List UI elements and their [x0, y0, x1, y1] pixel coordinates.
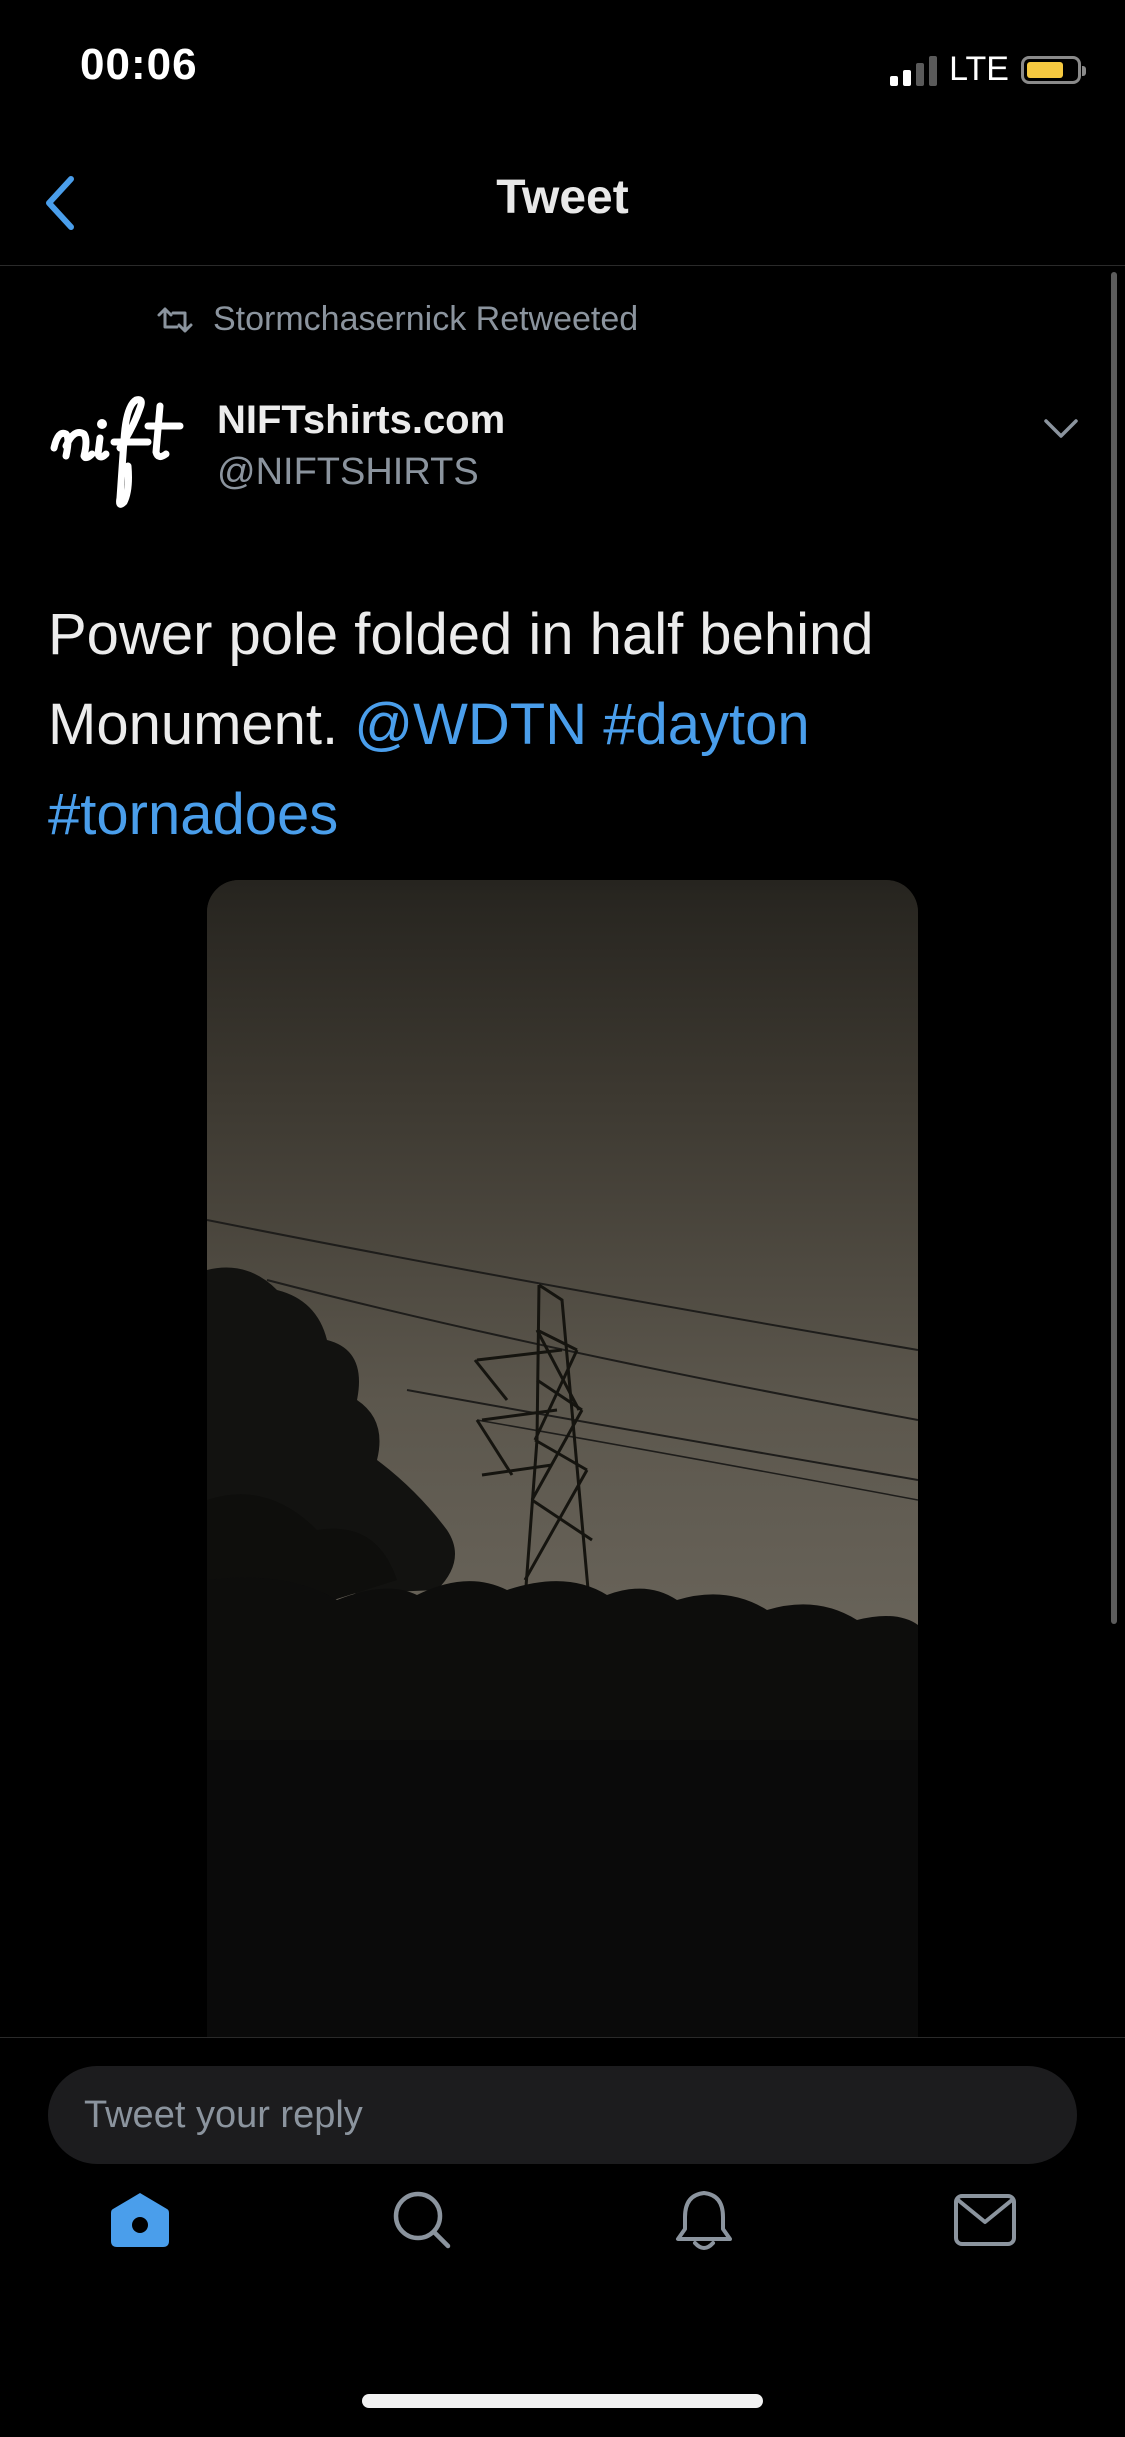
retweet-context[interactable]: Stormchasernick Retweeted	[155, 300, 638, 339]
tweet-text: Power pole folded in half behind Monumen…	[48, 590, 1068, 860]
home-icon	[111, 2193, 169, 2247]
avatar[interactable]	[48, 390, 193, 510]
signal-strength-icon	[890, 54, 938, 86]
hashtag-link[interactable]: #dayton	[603, 692, 809, 757]
bell-icon	[676, 2191, 732, 2250]
tweet-media-photo[interactable]	[207, 880, 918, 2040]
power-pole-photo	[207, 880, 918, 2040]
status-bar: 00:06 LTE	[0, 0, 1125, 140]
reply-input[interactable]: Tweet your reply	[48, 2066, 1077, 2164]
network-type: LTE	[949, 50, 1009, 88]
status-indicators: LTE	[890, 50, 1086, 89]
author-handle[interactable]: @NIFTSHIRTS	[217, 451, 505, 494]
scrollbar[interactable]	[1111, 272, 1117, 1624]
tab-messages[interactable]	[935, 2170, 1035, 2270]
tab-search[interactable]	[372, 2170, 472, 2270]
chevron-down-icon	[1044, 419, 1078, 438]
status-time: 00:06	[80, 40, 198, 89]
search-icon	[393, 2191, 451, 2249]
author-info[interactable]: NIFTshirts.com @NIFTSHIRTS	[217, 398, 505, 494]
mail-icon	[954, 2194, 1016, 2246]
home-indicator[interactable]	[362, 2394, 763, 2408]
battery-icon	[1021, 55, 1086, 84]
hashtag-link[interactable]: #tornadoes	[48, 782, 338, 847]
tweet-options-button[interactable]	[1037, 405, 1085, 453]
retweet-label: Stormchasernick Retweeted	[213, 300, 639, 338]
tab-notifications[interactable]	[654, 2170, 754, 2270]
retweet-icon	[157, 307, 193, 332]
page-title: Tweet	[496, 171, 629, 224]
nift-logo	[50, 396, 184, 508]
battery-level	[1027, 61, 1063, 78]
mention-link[interactable]: @WDTN	[354, 692, 587, 757]
tab-bar	[0, 2170, 1125, 2290]
author-name[interactable]: NIFTshirts.com	[217, 398, 505, 443]
tab-home[interactable]	[90, 2170, 190, 2270]
navigation-bar: Tweet	[0, 140, 1125, 266]
